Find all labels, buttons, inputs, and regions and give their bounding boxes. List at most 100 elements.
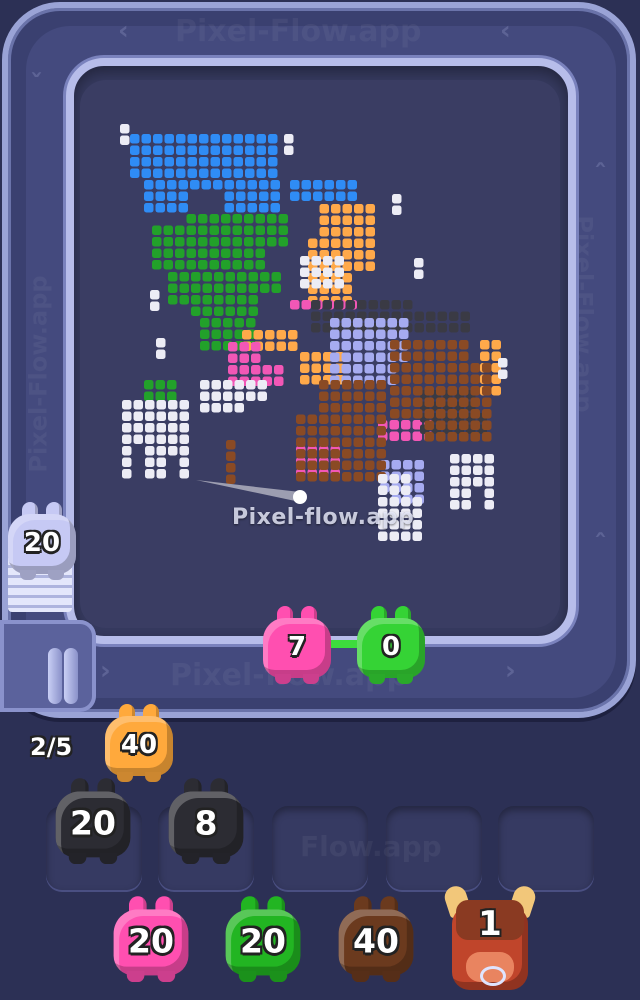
pixel-cell (248, 272, 258, 282)
pixel-cell (176, 157, 186, 167)
pixel-cell (414, 471, 424, 481)
pixel-cell (278, 225, 288, 235)
pixel-cell (414, 323, 424, 333)
pixel-cell (130, 157, 140, 167)
pixel-cell (311, 323, 321, 333)
pixel-cell (153, 134, 163, 144)
pixel-cell (168, 295, 178, 305)
pixel-cell (300, 256, 310, 266)
pixel-cell (336, 180, 346, 190)
pixel-cell (141, 168, 151, 178)
pixel-cell (145, 457, 155, 467)
pixel-cell (401, 409, 411, 419)
pixel-cell (267, 225, 277, 235)
slot-piggy[interactable]: 20 (49, 776, 137, 864)
pixel-cell (324, 180, 334, 190)
bull-block[interactable]: 1 (441, 883, 539, 994)
pixel-cell (323, 279, 333, 289)
pixel-cell (460, 311, 470, 321)
pixel-cell (484, 465, 494, 475)
pixel-cell (319, 426, 329, 436)
pixel-cell (498, 358, 508, 368)
pixel-cell (319, 403, 329, 413)
pixel-cell (324, 191, 334, 201)
queue-piggy[interactable]: 20 (107, 894, 195, 982)
pixel-cell (259, 191, 269, 201)
pixel-cell (236, 191, 246, 201)
pixel-cell (330, 329, 340, 339)
pixel-cell (301, 300, 311, 310)
slot-piggy[interactable]: 8 (162, 776, 250, 864)
conveyor-piggy[interactable]: 0 (351, 604, 431, 684)
pixel-cell (364, 352, 374, 362)
pixel-cell (365, 426, 375, 436)
pixel-cell (378, 531, 388, 541)
pixel-cell (376, 341, 386, 351)
pixel-cell (221, 237, 231, 247)
pixel-cell (225, 306, 235, 316)
pixel-cell (449, 311, 459, 321)
pixel-cell (228, 353, 238, 363)
pixel-cell (403, 300, 413, 310)
pixel-cell (228, 342, 238, 352)
pixel-cell (288, 330, 298, 340)
pixel-cell (167, 391, 177, 401)
pixel-cell (365, 204, 375, 214)
pixel-cell (168, 400, 178, 410)
pixel-cell (144, 380, 154, 390)
pixel-cell (459, 420, 469, 430)
launcher-piggy[interactable]: 20 (2, 500, 82, 580)
pixel-cell (209, 225, 219, 235)
pixel-cell (155, 391, 165, 401)
pixel-cell (288, 341, 298, 351)
pixel-cell (368, 300, 378, 310)
pixel-cell (470, 374, 480, 384)
pixel-cell (211, 380, 221, 390)
conveyor-piggy[interactable]: 7 (257, 604, 337, 684)
pixel-cell (424, 409, 434, 419)
pixel-cell (223, 329, 233, 339)
pixel-cell (120, 124, 130, 134)
pixel-cell (248, 283, 258, 293)
pixel-cell (390, 351, 400, 361)
pixel-cell (364, 364, 374, 374)
pixel-cell (401, 397, 411, 407)
pixel-cell (414, 311, 424, 321)
queue-piggy[interactable]: 40 (332, 894, 420, 982)
queue-piggy[interactable]: 20 (219, 894, 307, 982)
pixel-cell (341, 352, 351, 362)
pixel-cell (365, 472, 375, 482)
pixel-cell (256, 157, 266, 167)
pixel-cell (365, 227, 375, 237)
pixel-cell (342, 414, 352, 424)
holding-slot[interactable] (498, 806, 594, 890)
pixel-cell (376, 414, 386, 424)
pixel-cell (436, 420, 446, 430)
pixel-cell (213, 180, 223, 190)
pixel-cell (376, 403, 386, 413)
pixel-cell (322, 300, 332, 310)
pixel-cell (376, 426, 386, 436)
pixel-cell (278, 214, 288, 224)
pixel-cell (244, 225, 254, 235)
pixel-cell (330, 449, 340, 459)
pixel-cell (376, 437, 386, 447)
pixel-cell (365, 391, 375, 401)
pixel-cell (244, 260, 254, 270)
pixel-cell (200, 380, 210, 390)
pixel-cell (319, 414, 329, 424)
pixel-cell (307, 449, 317, 459)
pixel-cell (221, 248, 231, 258)
pixel-cell (270, 203, 280, 213)
pixel-cell (257, 391, 267, 401)
pixel-cell (232, 260, 242, 270)
pixel-cell (187, 145, 197, 155)
pixel-cell (167, 180, 177, 190)
pixel-cell (122, 434, 132, 444)
pixel-cell (482, 420, 492, 430)
pixel-cell (239, 342, 249, 352)
next-piggy[interactable]: 40 (99, 702, 179, 782)
pixel-cell (412, 531, 422, 541)
pixel-cell (313, 191, 323, 201)
pixel-cell (365, 380, 375, 390)
